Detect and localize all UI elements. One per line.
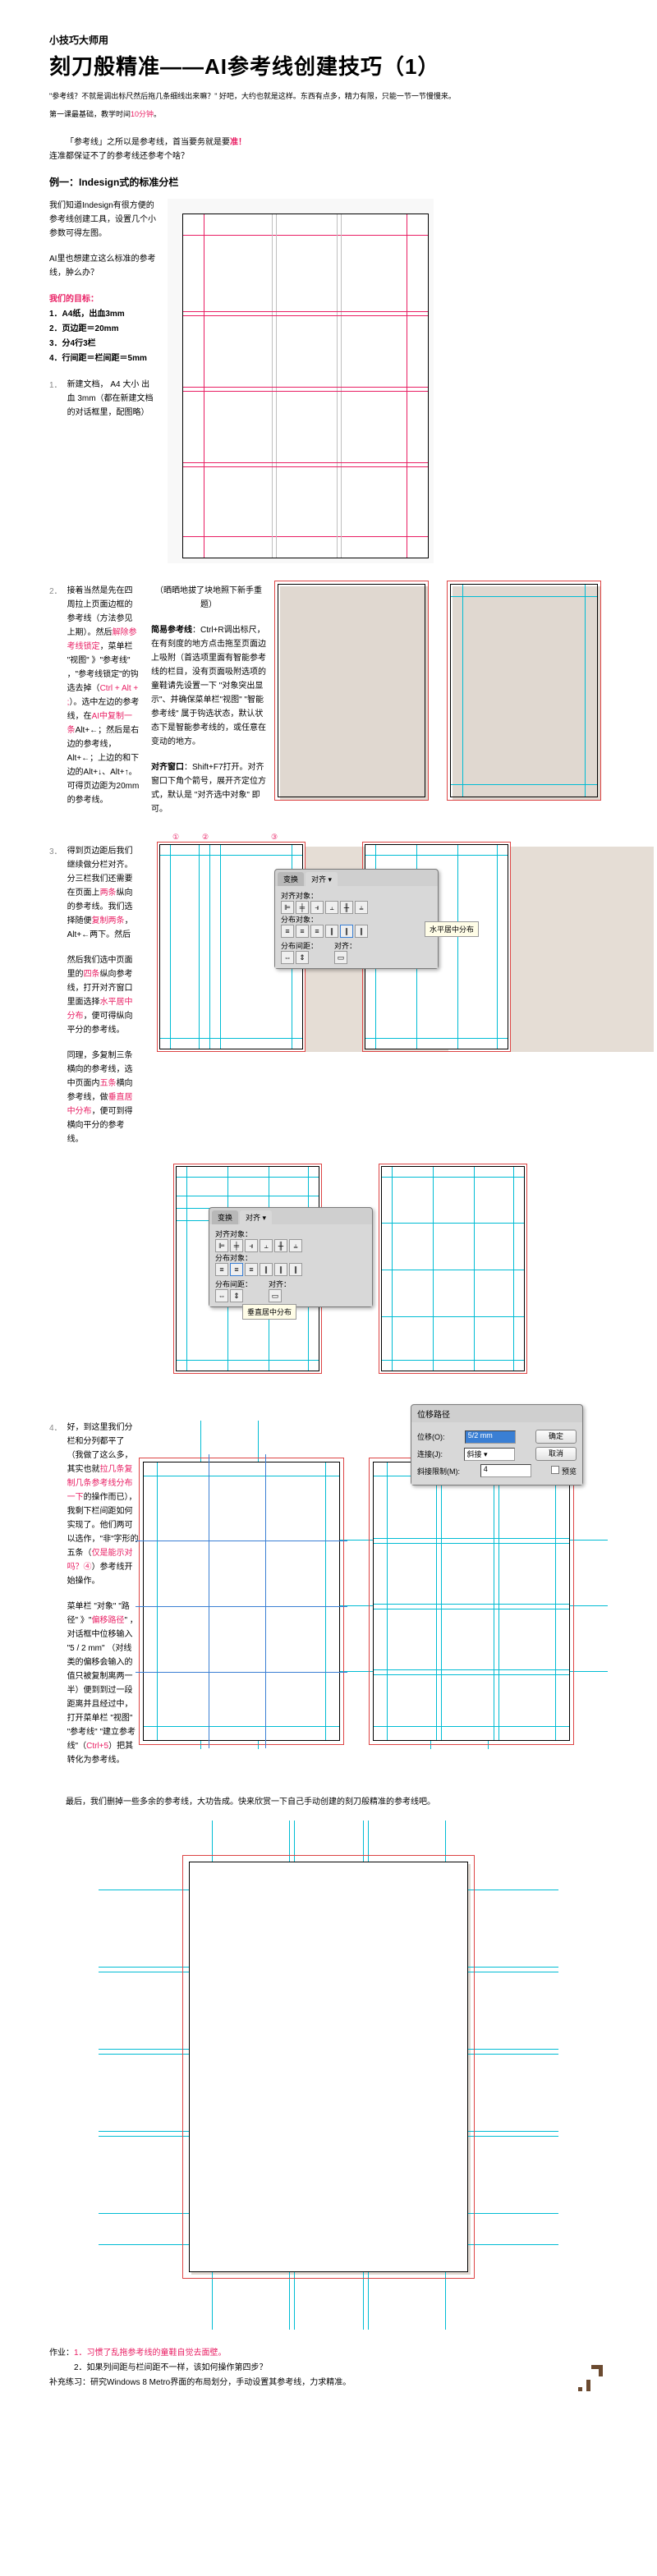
- section-2: 2． 接着当然是先在四周拉上页面边框的参考线（方法参见上期）。然后解除参考线锁定…: [49, 584, 608, 828]
- example-title: 例一：Indesign式的标准分栏: [49, 175, 608, 189]
- figure-offset: 位移路径 位移(O): 5/2 mm 确定 连接(J): 斜接 ▾ 取消 斜接限…: [143, 1421, 608, 1749]
- marker-2: ②: [202, 833, 209, 842]
- s2-tip-a: 简易参考线：Ctrl+R调出标尺，在有刻度的地方点击拖至页面边上吸附（首选项里面…: [151, 623, 266, 749]
- s2-tip-b: 对齐窗口：Shift+F7打开。对齐窗口下角个箭号，展开齐定位方式，默认是 "对…: [151, 760, 266, 816]
- s3-p3: 同理，多复制三条横向的参考线，选中页面内五条横向参考线，做垂直居中分布，便可到得…: [67, 1049, 140, 1146]
- dist-bottom-icon[interactable]: ≡: [310, 925, 324, 938]
- step-num-2: 2．: [49, 584, 62, 819]
- align-hcenter-icon[interactable]: ╪: [296, 901, 309, 914]
- align-dialog-2[interactable]: 变换 对齐 ▾ 对齐对象： ⊫╪⫣ ⫠╫⫨ 分布对象： ≡ ≡ ≡ ∥∥∥: [209, 1207, 373, 1307]
- s3-p2: 然后我们选中页面里的四条纵向参考线，打开对齐窗口里面选择水平居中分布，便可得纵向…: [67, 953, 140, 1037]
- align-label: 对齐对象：: [281, 890, 432, 901]
- dist-top-icon[interactable]: ≡: [281, 925, 294, 938]
- limit-input[interactable]: 4: [480, 1464, 531, 1477]
- tab-align-2[interactable]: 对齐 ▾: [240, 1210, 272, 1224]
- s3-p1: 得到页边距后我们继续做分栏对齐。分三栏我们还需要在页面上两条纵向的参考线。我们选…: [67, 844, 140, 942]
- s1-p2: AI里也想建立这么标准的参考线，肿么办？: [49, 252, 156, 280]
- intro-quote: "参考线？不就是调出标尺然后拖几条细线出来嘛？" 好吧，大约也就是这样。东西有点…: [49, 90, 608, 102]
- goal-list: 1．A4纸，出血3mm 2．页边距＝20mm 3．分4行3栏 4．行间距＝栏间距…: [49, 307, 156, 366]
- align-right-icon[interactable]: ⫣: [310, 901, 324, 914]
- tab-align[interactable]: 对齐 ▾: [306, 872, 338, 886]
- preview-checkbox[interactable]: [551, 1466, 559, 1474]
- s4-p1: 好，到这里我们分栏和分列都平了（我做了这么多，其实也就拉几条复制几条参考线分布一…: [67, 1421, 140, 1588]
- lead-para: 「参考线」之所以是参考线，首当要务就是要准！ 连准都保证不了的参考线还参考个啥？: [49, 135, 608, 163]
- subtitle: 小技巧大师用: [49, 33, 608, 47]
- align-bottom-icon[interactable]: ⫨: [355, 901, 368, 914]
- marker-1: ①: [172, 833, 179, 842]
- tooltip-vdist: 垂直居中分布: [242, 1304, 296, 1320]
- dist-left-icon[interactable]: ∥: [325, 925, 338, 938]
- section-4: 4． 好，到这里我们分栏和分列都平了（我做了这么多，其实也就拉几条复制几条参考线…: [49, 1421, 608, 1779]
- final-para: 最后，我们删掉一些多余的参考线，大功告成。快来欣赏一下自己手动创建的刻刀般精准的…: [49, 1795, 608, 1809]
- step-num-1: 1．: [49, 378, 62, 431]
- logo-icon: [575, 2362, 608, 2399]
- tab-transform-2[interactable]: 变换: [212, 1210, 238, 1224]
- page-title: 刻刀般精准——AI参考线创建技巧（1）: [49, 50, 608, 80]
- s1-p3: 新建文档， A4 大小 出血 3mm（都在新建文档的对话框里，配图略）: [67, 378, 156, 420]
- join-label: 连接(J):: [417, 1449, 443, 1459]
- goal-label: 我们的目标：: [49, 292, 156, 304]
- step-num-4: 4．: [49, 1421, 62, 1779]
- dist-vcenter-icon[interactable]: ≡: [296, 925, 309, 938]
- figure-indesign: [168, 199, 434, 563]
- figure-distribute: ① ② ③: [151, 844, 578, 1091]
- dist-label: 分布对象：: [281, 914, 432, 925]
- s2-p1: 接着当然是先在四周拉上页面边框的参考线（方法参见上期）。然后解除参考线锁定，菜单…: [67, 584, 140, 807]
- homework: 作业：1．习惯了乱拖参考线的童鞋自觉去面壁。 2．如果列间距与栏间距不一样，该如…: [49, 2346, 608, 2390]
- offset-label: 位移(O):: [417, 1431, 445, 1442]
- align-vcenter-icon[interactable]: ╫: [340, 901, 353, 914]
- limit-label: 斜接限制(M):: [417, 1466, 460, 1476]
- s1-p1: 我们知道Indesign有很方便的参考线创建工具，设置几个小参数可得左图。: [49, 199, 156, 241]
- fig-bleed: [278, 584, 425, 797]
- offset-dialog-title: 位移路径: [411, 1405, 582, 1422]
- tab-transform[interactable]: 变换: [278, 872, 304, 886]
- align-left-icon[interactable]: ⊫: [281, 901, 294, 914]
- intro-note: 第一课最基础，教学时间10分钟。: [49, 108, 608, 119]
- offset-path-dialog[interactable]: 位移路径 位移(O): 5/2 mm 确定 连接(J): 斜接 ▾ 取消 斜接限…: [411, 1404, 583, 1485]
- join-select[interactable]: 斜接 ▾: [464, 1448, 515, 1461]
- cancel-button[interactable]: 取消: [535, 1447, 577, 1461]
- section-3b: 变换 对齐 ▾ 对齐对象： ⊫╪⫣ ⫠╫⫨ 分布对象： ≡ ≡ ≡ ∥∥∥: [49, 1166, 608, 1396]
- alignto-label: 对齐：: [334, 940, 356, 951]
- tooltip-hdist: 水平居中分布: [425, 921, 479, 937]
- align-top-icon[interactable]: ⫠: [325, 901, 338, 914]
- s4-p2: 菜单栏 "对象" "路径" 》"偏移路径" ，对话框中位移输入 "5 / 2 m…: [67, 1600, 140, 1767]
- section-3: 3． 得到页边距后我们继续做分栏对齐。分三栏我们还需要在页面上两条纵向的参考线。…: [49, 844, 608, 1158]
- figure-distribute-2: 变换 对齐 ▾ 对齐对象： ⊫╪⫣ ⫠╫⫨ 分布对象： ≡ ≡ ≡ ∥∥∥: [168, 1166, 595, 1396]
- offset-value-input[interactable]: 5/2 mm: [465, 1430, 516, 1444]
- dist-vcenter-icon-2[interactable]: ≡: [230, 1263, 243, 1276]
- step-num-3: 3．: [49, 844, 62, 1158]
- fig-margins: [450, 584, 598, 797]
- align-dialog-1[interactable]: 变换 对齐 ▾ 对齐对象： ⊫ ╪ ⫣ ⫠ ╫ ⫨ 分布对象： ≡: [274, 869, 439, 969]
- section-1: 我们知道Indesign有很方便的参考线创建工具，设置几个小参数可得左图。 AI…: [49, 199, 608, 567]
- ok-button[interactable]: 确定: [535, 1430, 577, 1444]
- gap-label: 分布间距：: [281, 940, 318, 951]
- figure-final: [99, 1821, 558, 2330]
- dist-hcenter-icon[interactable]: ∥: [340, 925, 353, 938]
- dist-right-icon[interactable]: ∥: [355, 925, 368, 938]
- marker-3: ③: [271, 833, 278, 842]
- s2-tip-title: （晒晒地拔了块地照下新手重题）: [151, 584, 266, 612]
